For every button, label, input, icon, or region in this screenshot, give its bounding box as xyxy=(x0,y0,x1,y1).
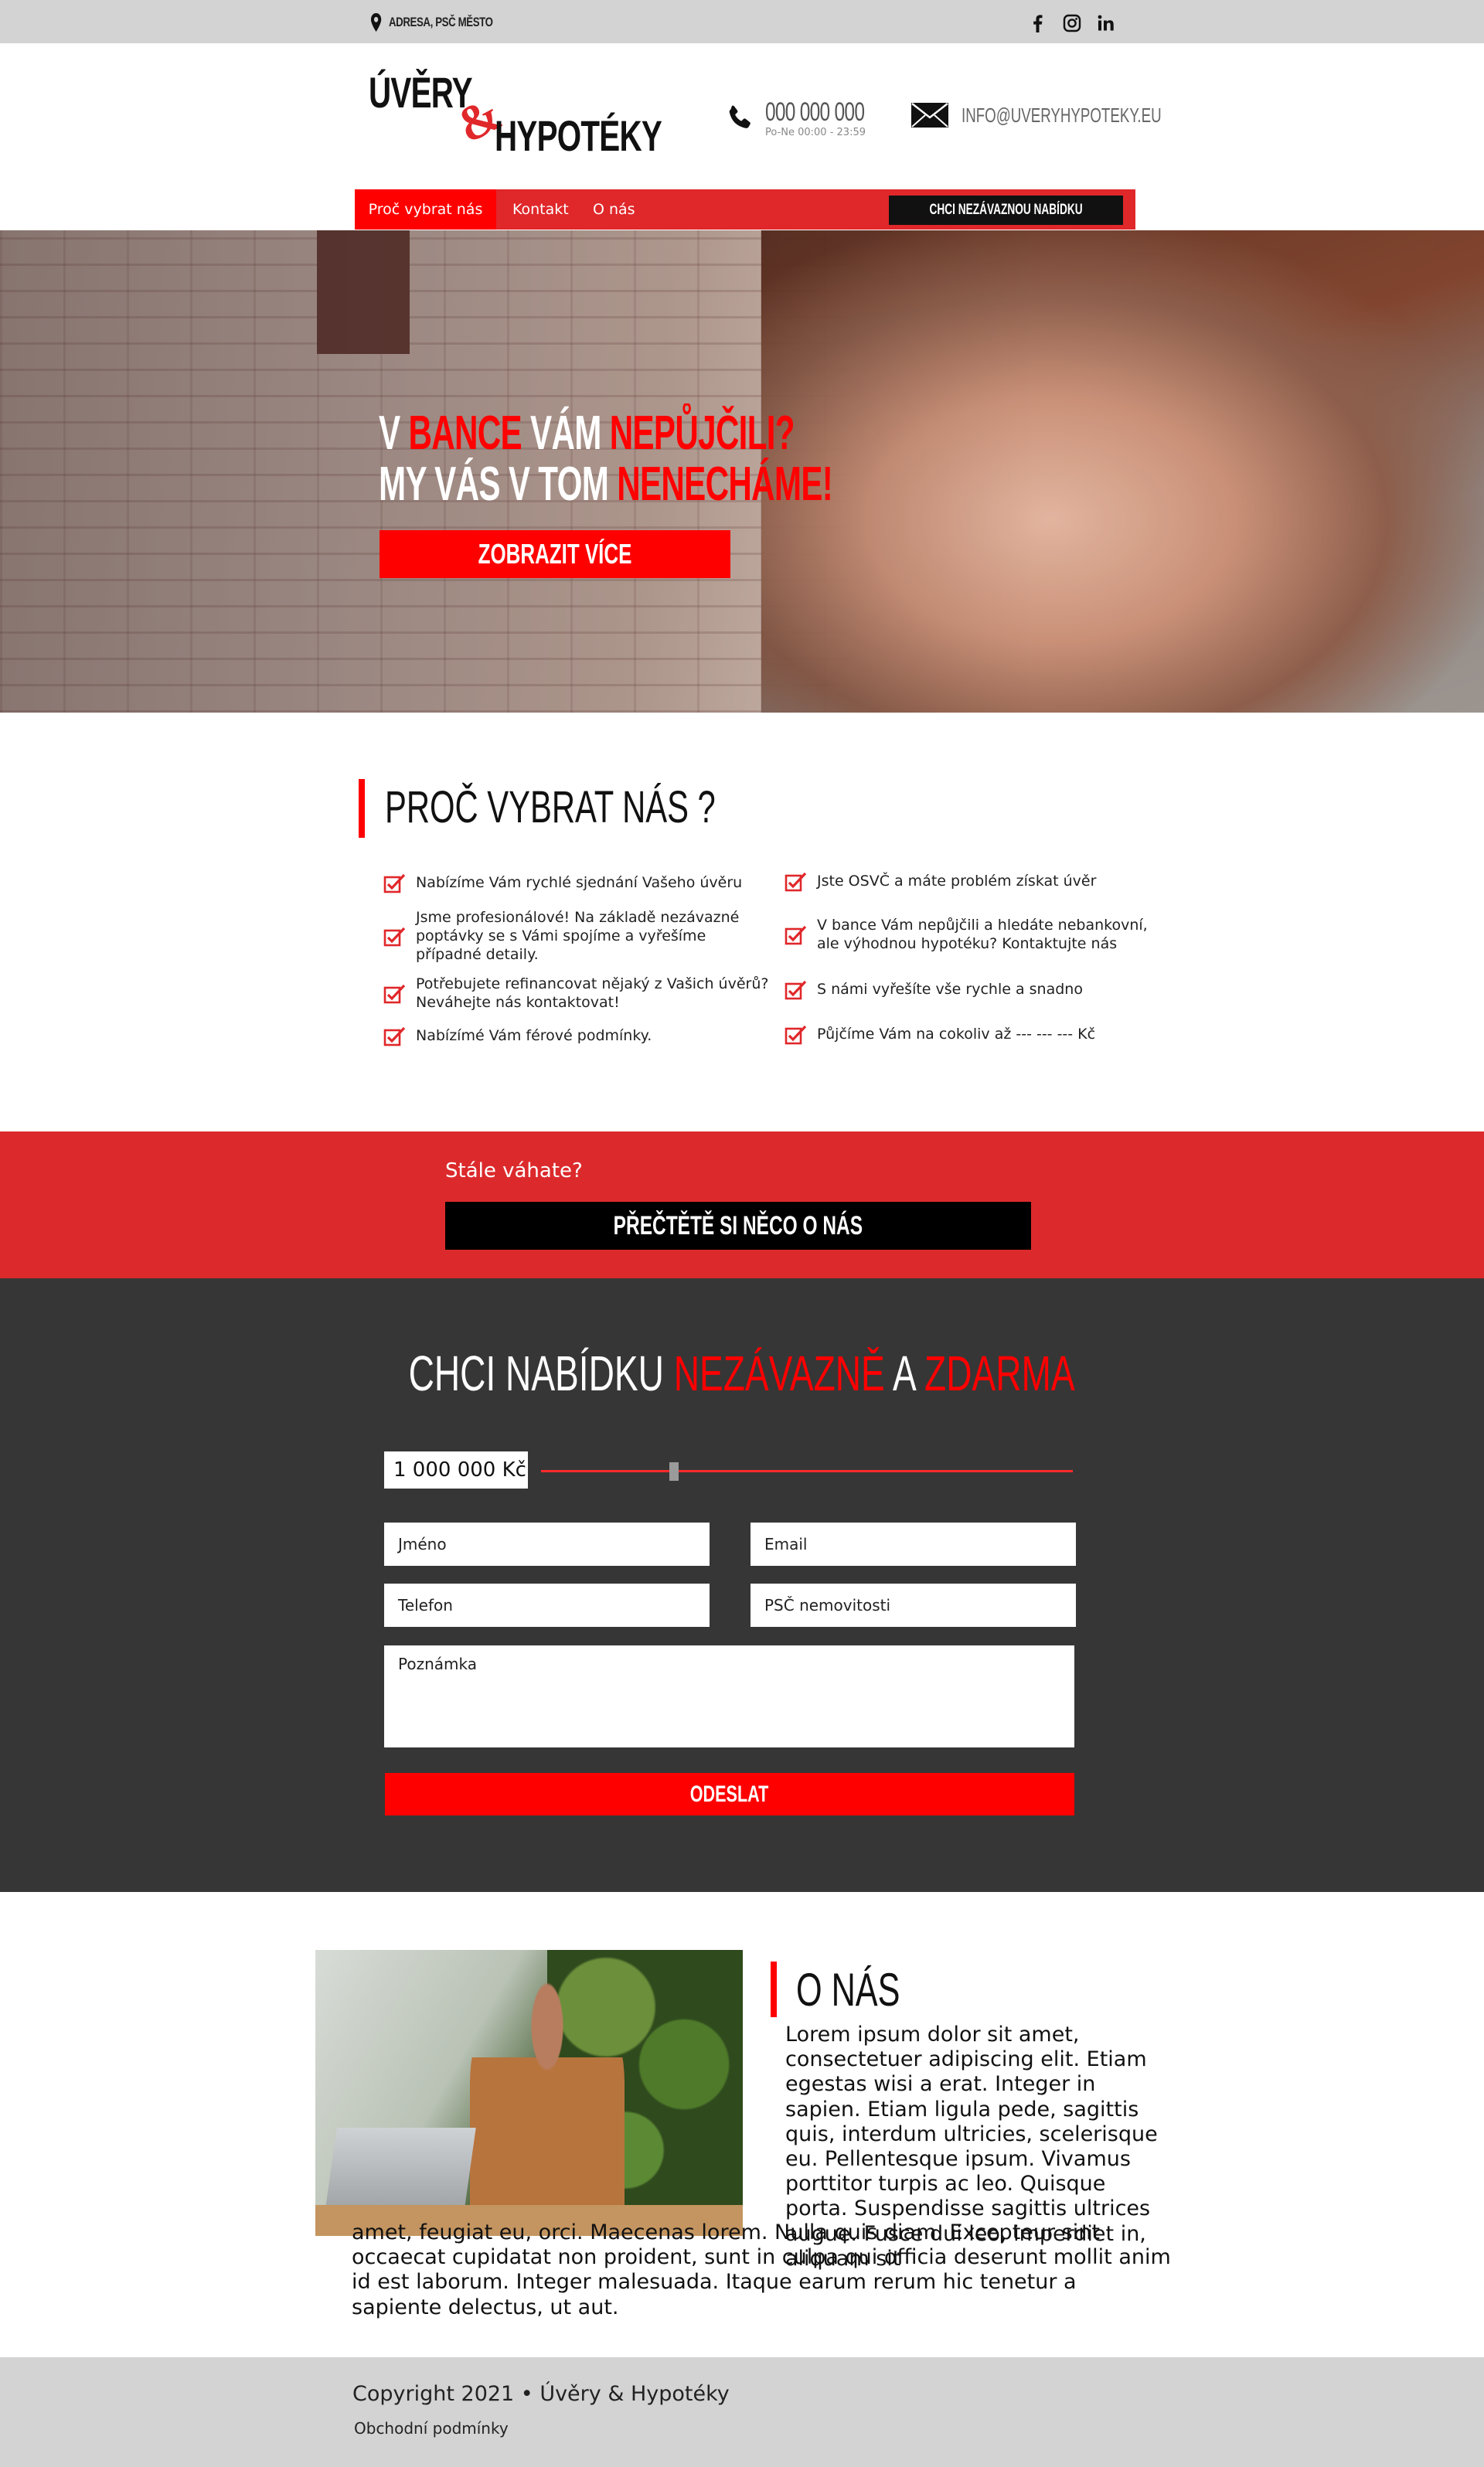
top-bar xyxy=(0,0,1484,43)
check-icon xyxy=(383,984,406,1004)
note-field[interactable]: Poznámka xyxy=(384,1645,1074,1747)
hesitate-text: Stále váhate? xyxy=(445,1159,583,1182)
check-icon xyxy=(785,872,807,892)
request-offer-label: CHCI NEZÁVAZNOU NABÍDKU xyxy=(929,202,1083,218)
social-links xyxy=(1028,12,1116,34)
read-about-us-label: PŘEČTĚTĚ SI NĚCO O NÁS xyxy=(613,1211,863,1240)
check-icon xyxy=(785,925,807,945)
footer xyxy=(0,2357,1484,2467)
about-text-2: amet, feugiat eu, orci. Maecenas lorem. … xyxy=(352,2220,1171,2319)
phone-contact[interactable]: 000 000 000 Po-Ne 00:00 - 23:59 xyxy=(725,99,903,138)
envelope-icon xyxy=(911,103,948,128)
loan-amount-slider[interactable] xyxy=(541,1470,1073,1472)
submit-button[interactable]: ODESLAT xyxy=(385,1773,1074,1815)
section-accent-bar xyxy=(359,779,365,838)
slider-handle[interactable] xyxy=(669,1462,679,1481)
request-offer-button[interactable]: CHCI NEZÁVAZNOU NABÍDKU xyxy=(888,196,1123,225)
form-title: CHCI NABÍDKU NEZÁVAZNĚ A ZDARMA xyxy=(409,1346,1075,1401)
email-field[interactable]: Email xyxy=(751,1523,1076,1566)
postcode-field[interactable]: PSČ nemovitosti xyxy=(751,1584,1076,1627)
linkedin-icon[interactable] xyxy=(1096,13,1116,33)
check-icon xyxy=(383,1026,406,1046)
phone-hours: Po-Ne 00:00 - 23:59 xyxy=(765,127,866,138)
hero-headline-1: V BANCE VÁM NEPŮJČILI? xyxy=(379,407,795,460)
why-item: Půjčíme Vám na cokoliv až --- --- --- Kč xyxy=(785,1025,1156,1045)
phone-field[interactable]: Telefon xyxy=(384,1584,710,1627)
check-icon xyxy=(383,873,406,893)
why-item: S námi vyřešíte vše rychle a snadno xyxy=(785,980,1156,1000)
location-pin-icon xyxy=(370,13,382,32)
loan-amount-field[interactable]: 1 000 000 Kč xyxy=(384,1451,528,1489)
nav-item-about[interactable]: O nás xyxy=(593,189,635,230)
why-item: Jste OSVČ a máte problém získat úvěr xyxy=(785,872,1156,892)
nav-item-contact[interactable]: Kontakt xyxy=(512,189,569,230)
email-address: INFO@UVERYHYPOTEKY.EU xyxy=(962,103,1162,127)
read-about-us-button[interactable]: PŘEČTĚTĚ SI NĚCO O NÁS xyxy=(445,1202,1031,1250)
instagram-icon[interactable] xyxy=(1062,13,1082,33)
show-more-button[interactable]: ZOBRAZIT VÍCE xyxy=(380,530,730,578)
why-item: Potřebujete refinancovat nějaký z Vašich… xyxy=(383,975,770,1012)
email-contact[interactable]: INFO@UVERYHYPOTEKY.EU xyxy=(910,102,1239,128)
name-field[interactable]: Jméno xyxy=(384,1523,710,1566)
why-us-title: PROČ VYBRAT NÁS ? xyxy=(385,782,716,832)
nav-item-why-us[interactable]: Proč vybrat nás xyxy=(355,189,496,230)
about-title: O NÁS xyxy=(796,1964,900,2016)
why-item: Nabízímé Vám férové podmínky. xyxy=(383,1026,770,1046)
address-text: ADRESA, PSČ MĚSTO xyxy=(388,15,493,29)
copyright: Copyright 2021 • Úvěry & Hypotéky xyxy=(352,2382,730,2406)
about-photo xyxy=(315,1950,743,2236)
why-item: Nabízíme Vám rychlé sjednání Vašeho úvěr… xyxy=(383,873,770,893)
logo[interactable]: ÚVĚRY & HYPOTÉKY xyxy=(367,68,662,161)
phone-icon xyxy=(729,105,751,128)
hero-headline-2: MY VÁS V TOM NENECHÁME! xyxy=(379,458,833,511)
terms-link[interactable]: Obchodní podmínky xyxy=(354,2419,509,2438)
main-nav: Proč vybrat nás Kontakt O nás CHCI NEZÁV… xyxy=(355,189,1135,230)
section-accent-bar xyxy=(771,1962,777,2017)
address: ADRESA, PSČ MĚSTO xyxy=(369,12,493,32)
check-icon xyxy=(383,927,406,946)
why-item: V bance Vám nepůjčili a hledáte nebankov… xyxy=(785,917,1156,954)
check-icon xyxy=(785,1025,807,1045)
check-icon xyxy=(785,980,807,1000)
facebook-icon[interactable] xyxy=(1028,13,1048,33)
why-item: Jsme profesionálové! Na základě nezávazn… xyxy=(383,909,770,964)
show-more-label: ZOBRAZIT VÍCE xyxy=(478,538,632,570)
logo-line2: HYPOTÉKY xyxy=(495,111,662,160)
phone-number: 000 000 000 xyxy=(765,97,865,127)
submit-label: ODESLAT xyxy=(690,1781,769,1807)
